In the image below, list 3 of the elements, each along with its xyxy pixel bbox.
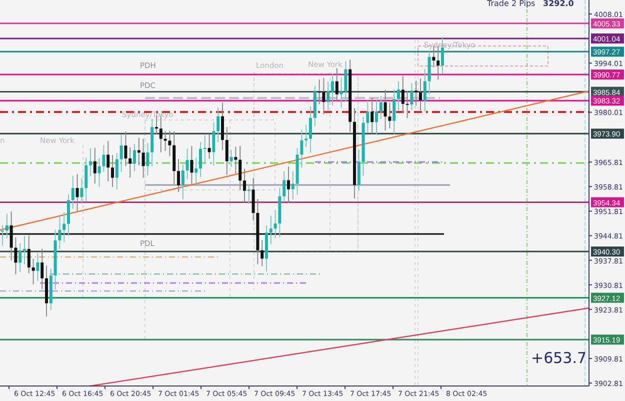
- trade-value: 3292.0: [543, 0, 574, 8]
- profit-value: +653.7: [531, 349, 587, 367]
- trade-label: Trade 2 Pips: [487, 0, 536, 8]
